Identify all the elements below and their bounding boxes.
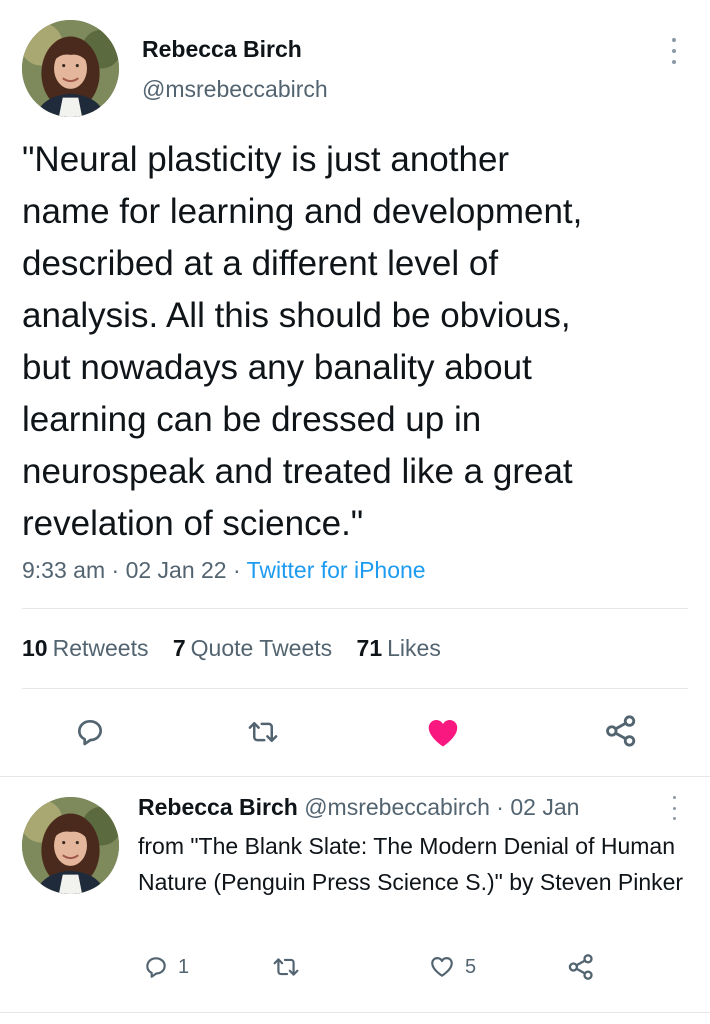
reply-button[interactable]: 1: [143, 954, 189, 980]
like-count: 5: [465, 955, 477, 978]
meta-separator: ·: [105, 557, 126, 583]
tweet-meta: 9:33 am · 02 Jan 22 · Twitter for iPhone: [22, 557, 426, 584]
retweets-stat[interactable]: 10 Retweets: [22, 635, 148, 661]
reply-date[interactable]: 02 Jan: [510, 794, 579, 820]
reply-button[interactable]: [74, 716, 106, 748]
tweet-time[interactable]: 9:33 am: [22, 557, 105, 583]
retweet-icon: [273, 958, 299, 976]
reply-icon: [78, 720, 102, 746]
reply-header: Rebecca Birch @msrebeccabirch · 02 Jan: [138, 794, 579, 821]
avatar-photo: [22, 797, 119, 894]
tweet-source-link[interactable]: Twitter for iPhone: [247, 557, 426, 583]
tweet-date[interactable]: 02 Jan 22: [126, 557, 227, 583]
divider: [0, 1012, 710, 1013]
reply-author-avatar[interactable]: [22, 797, 119, 894]
heart-filled-icon: [428, 719, 458, 747]
like-button[interactable]: 5: [428, 954, 476, 980]
author-handle[interactable]: @msrebeccabirch: [142, 76, 328, 103]
meta-separator: ·: [489, 794, 511, 820]
share-icon: [606, 715, 636, 747]
retweet-button[interactable]: [272, 954, 300, 980]
divider: [22, 608, 688, 609]
reply-text: from "The Blank Slate: The Modern Denial…: [138, 833, 684, 895]
divider: [22, 688, 688, 689]
retweet-icon: [248, 722, 278, 742]
heart-outline-icon: [431, 957, 453, 977]
avatar-photo: [22, 20, 119, 117]
author-name[interactable]: Rebecca Birch: [142, 36, 302, 63]
tweet-text: "Neural plasticity is just another name …: [22, 140, 583, 543]
tweet-stats: 10 Retweets 7 Quote Tweets 71 Likes: [22, 635, 459, 662]
more-options-icon[interactable]: [664, 38, 684, 64]
more-options-icon[interactable]: [667, 796, 681, 820]
meta-separator: ·: [226, 557, 247, 583]
reply-icon: [146, 957, 166, 978]
reply-author-handle[interactable]: @msrebeccabirch: [304, 794, 490, 820]
share-button[interactable]: [567, 952, 595, 982]
likes-stat[interactable]: 71 Likes: [357, 635, 441, 661]
retweet-button[interactable]: [246, 717, 280, 747]
like-button[interactable]: [424, 715, 462, 751]
share-icon: [568, 954, 593, 980]
quote-tweets-stat[interactable]: 7 Quote Tweets: [173, 635, 332, 661]
reply-author-name[interactable]: Rebecca Birch: [138, 794, 298, 820]
divider: [0, 776, 710, 777]
author-avatar[interactable]: [22, 20, 119, 117]
share-button[interactable]: [604, 713, 638, 749]
reply-count: 1: [178, 955, 190, 978]
